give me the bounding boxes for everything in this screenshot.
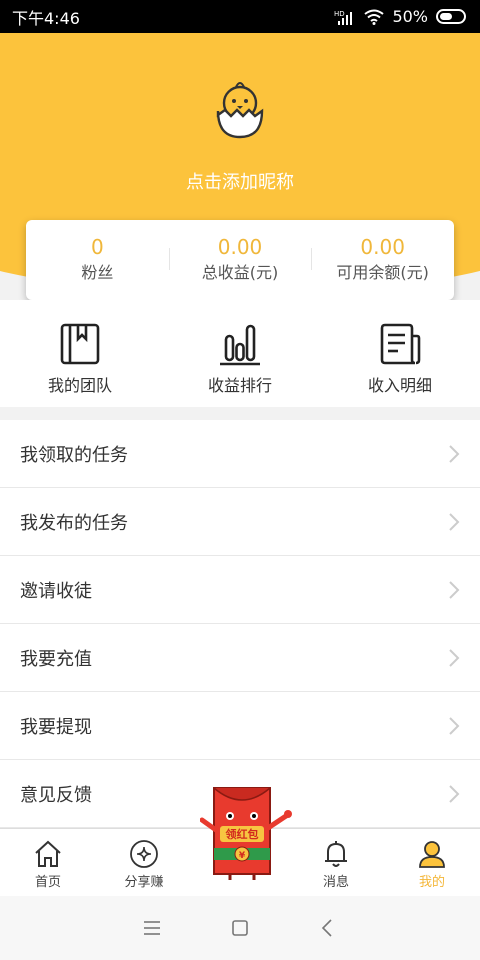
tab-messages[interactable]: 消息	[288, 829, 384, 896]
stat-label: 可用余额(元)	[336, 263, 429, 282]
chevron-right-icon	[449, 444, 460, 463]
tab-label: 消息	[322, 875, 349, 890]
stat-label: 总收益(元)	[201, 263, 279, 282]
chevron-right-icon	[449, 580, 460, 599]
menu-item-withdraw[interactable]: 我要提现	[0, 692, 480, 760]
quick-label: 我的团队	[47, 376, 112, 395]
book-icon	[60, 323, 100, 365]
earnings-ranking-button[interactable]: 收益排行	[160, 300, 320, 407]
user-icon	[419, 841, 445, 868]
bell-icon	[325, 841, 347, 867]
battery-icon	[436, 9, 466, 24]
tab-home[interactable]: 首页	[0, 829, 96, 896]
income-details-button[interactable]: 收入明细	[320, 300, 480, 407]
menu-label: 邀请收徒	[20, 580, 92, 602]
hd-signal-icon: HD	[334, 10, 353, 25]
my-team-button[interactable]: 我的团队	[0, 300, 160, 407]
home-square-icon[interactable]	[229, 917, 251, 939]
menu-icon[interactable]	[141, 917, 163, 939]
quick-actions: 我的团队 收益排行 收入明细	[0, 300, 480, 407]
menu-list: 我领取的任务 我发布的任务 邀请收徒 我要充值 我要提现 意见反馈	[0, 420, 480, 828]
menu-item-claimed-tasks[interactable]: 我领取的任务	[0, 420, 480, 488]
menu-label: 我领取的任务	[20, 444, 128, 466]
status-bar: 下午4:46 HD 50%	[0, 0, 480, 33]
quick-label: 收入明细	[367, 376, 432, 395]
stat-value: 0	[90, 235, 104, 259]
menu-label: 我要充值	[20, 648, 92, 670]
tab-label: 分享赚	[124, 875, 164, 890]
stat-label: 粉丝	[81, 263, 114, 282]
tab-label: 我的	[418, 875, 445, 890]
status-time: 下午4:46	[12, 8, 80, 28]
svg-text:HD: HD	[334, 10, 345, 18]
system-nav-bar	[0, 896, 480, 960]
tab-share-earn[interactable]: 分享赚	[96, 829, 192, 896]
add-nickname-link[interactable]: 点击添加昵称	[0, 168, 480, 194]
red-packet-label: 领红包	[225, 827, 259, 841]
stat-available-balance[interactable]: 0.00 可用余额(元)	[311, 234, 454, 286]
wifi-icon	[364, 9, 385, 25]
chevron-right-icon	[449, 716, 460, 735]
home-icon	[35, 840, 61, 867]
status-icons: HD 50%	[334, 7, 466, 26]
back-icon[interactable]	[317, 917, 339, 939]
menu-item-published-tasks[interactable]: 我发布的任务	[0, 488, 480, 556]
chevron-right-icon	[449, 512, 460, 531]
menu-label: 我要提现	[20, 716, 92, 738]
battery-percent: 50%	[392, 7, 428, 26]
share-earn-icon	[130, 840, 158, 868]
stat-fans[interactable]: 0 粉丝	[26, 234, 169, 286]
yen-icon: ¥	[239, 851, 246, 861]
menu-label: 意见反馈	[20, 784, 92, 806]
bar-chart-icon	[220, 324, 260, 366]
menu-item-invite-apprentices[interactable]: 邀请收徒	[0, 556, 480, 624]
stat-total-earnings[interactable]: 0.00 总收益(元)	[168, 234, 312, 286]
tab-label: 首页	[34, 875, 61, 890]
chick-avatar-icon[interactable]	[210, 77, 270, 143]
stat-value: 0.00	[360, 235, 405, 259]
stats-card: 0 粉丝 0.00 总收益(元) 0.00 可用余额(元)	[26, 220, 454, 300]
stat-value: 0.00	[217, 235, 263, 259]
quick-label: 收益排行	[207, 376, 272, 395]
tab-mine[interactable]: 我的	[384, 829, 480, 896]
menu-label: 我发布的任务	[20, 512, 128, 534]
red-packet-button[interactable]: 领红包 ¥	[200, 782, 292, 882]
chevron-right-icon	[449, 784, 460, 803]
menu-item-recharge[interactable]: 我要充值	[0, 624, 480, 692]
document-icon	[380, 323, 421, 365]
chevron-right-icon	[449, 648, 460, 667]
